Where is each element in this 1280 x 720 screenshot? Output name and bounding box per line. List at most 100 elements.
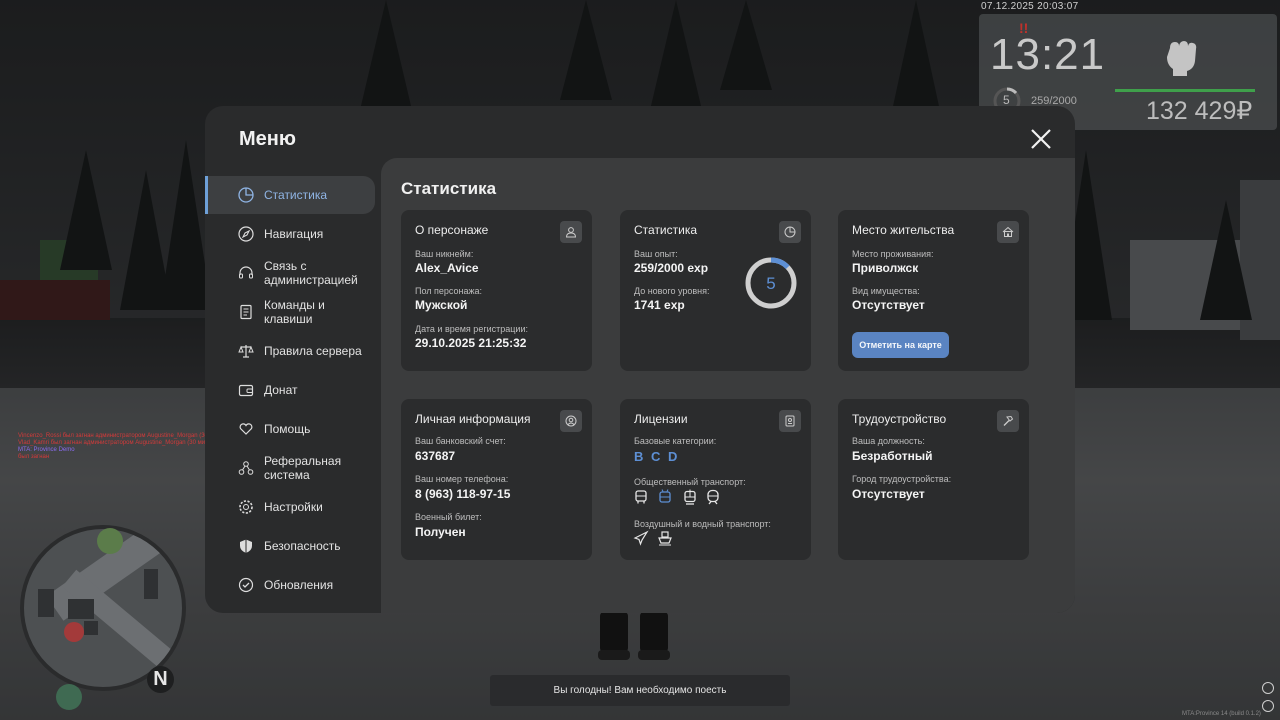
sidebar-item-security[interactable]: Безопасность <box>205 527 375 565</box>
car-map-icon <box>56 684 82 710</box>
public-transport-label: Общественный транспорт: <box>634 477 746 487</box>
bus-stop-map-icon <box>97 528 123 554</box>
network-icon <box>238 461 254 475</box>
statistics-content: Статистика О персонаже Ваш никнейм: Alex… <box>381 158 1075 613</box>
personal-info-card: Личная информация Ваш банковский счет: 6… <box>401 399 592 560</box>
document-icon <box>240 304 252 320</box>
sidebar-item-label: Связь с администрацией <box>264 259 358 287</box>
player-character <box>598 612 670 660</box>
hammer-icon <box>997 410 1019 432</box>
sidebar-item-label: Обновления <box>264 578 334 592</box>
place-value: Приволжск <box>852 261 919 275</box>
license-category-c: C <box>651 449 661 464</box>
player-map-icon <box>64 622 84 642</box>
scales-icon <box>238 345 254 358</box>
position-value: Безработный <box>852 449 933 463</box>
bank-value: 637687 <box>415 449 456 463</box>
gender-value: Мужской <box>415 298 468 312</box>
page-title: Статистика <box>401 179 497 198</box>
employment-city-label: Город трудоустройства: <box>852 474 952 484</box>
clock-chart-icon <box>779 221 801 243</box>
sidebar-item-commands[interactable]: Команды и клавиши <box>205 293 375 331</box>
level-progress-ring: 5 <box>745 257 797 309</box>
north-indicator: N <box>147 666 174 693</box>
phone-value: 8 (963) 118-97-15 <box>415 487 511 501</box>
build-info: MTA:Province 14 (build 0.1.2) <box>1182 711 1261 717</box>
home-icon <box>997 221 1019 243</box>
place-label: Место проживания: <box>852 249 934 259</box>
map-building <box>84 621 98 635</box>
hud-health-bar <box>1115 89 1255 92</box>
next-level-label: До нового уровня: <box>634 286 710 296</box>
military-label: Военный билет: <box>415 512 482 522</box>
residence-card: Место жительства Место проживания: Приво… <box>838 210 1029 371</box>
pie-chart-icon <box>238 187 254 203</box>
card-title: Место жительства <box>852 223 955 237</box>
bus-icon <box>635 490 647 504</box>
map-road <box>62 569 176 671</box>
train-icon <box>707 489 719 505</box>
nickname-label: Ваш никнейм: <box>415 249 474 259</box>
military-value: Получен <box>415 525 466 539</box>
property-label: Вид имущества: <box>852 286 920 296</box>
property-value: Отсутствует <box>852 298 925 312</box>
corner-status-icons <box>1262 682 1276 718</box>
sidebar-item-settings[interactable]: Настройки <box>205 488 375 526</box>
check-circle-icon <box>238 577 254 593</box>
sidebar-item-help[interactable]: Помощь <box>205 410 375 448</box>
shield-icon <box>240 539 252 553</box>
card-title: О персонаже <box>415 223 489 237</box>
card-title: Личная информация <box>415 412 531 426</box>
tram-icon <box>684 489 696 505</box>
heart-hand-icon <box>239 423 253 435</box>
map-building <box>68 599 94 619</box>
map-building <box>38 589 54 617</box>
sidebar-item-label: Навигация <box>264 227 324 241</box>
exp-value: 259/2000 exp <box>634 261 709 275</box>
hud-datetime: 07.12.2025 20:03:07 <box>981 1 1079 12</box>
sidebar-item-referral[interactable]: Реферальная система <box>205 449 375 487</box>
person-icon <box>560 221 582 243</box>
game-menu: Меню Статистика Навигация Связь с админи… <box>205 106 1075 613</box>
menu-title: Меню <box>239 128 296 150</box>
licenses-card: Лицензии Базовые категории: B C D Общест… <box>620 399 811 560</box>
position-label: Ваша должность: <box>852 436 925 446</box>
air-water-transport-label: Воздушный и водный транспорт: <box>634 519 771 529</box>
character-card: О персонаже Ваш никнейм: Alex_Avice Пол … <box>401 210 592 371</box>
map-building <box>144 569 158 599</box>
card-title: Статистика <box>634 223 698 237</box>
menu-sidebar: Статистика Навигация Связь с администрац… <box>205 176 381 613</box>
employment-card: Трудоустройство Ваша должность: Безработ… <box>838 399 1029 560</box>
sidebar-item-label: Донат <box>264 383 298 397</box>
sidebar-item-label: Помощь <box>264 422 311 436</box>
sidebar-item-label: Правила сервера <box>264 344 362 358</box>
close-icon[interactable] <box>1028 126 1054 152</box>
sidebar-item-navigation[interactable]: Навигация <box>205 215 375 253</box>
card-title: Лицензии <box>634 412 688 426</box>
sidebar-item-donate[interactable]: Донат <box>205 371 375 409</box>
bank-label: Ваш банковский счет: <box>415 436 506 446</box>
license-category-b: B <box>634 449 644 464</box>
trolleybus-icon <box>659 489 671 503</box>
phone-label: Ваш номер телефона: <box>415 474 509 484</box>
hud-level: 5 <box>1003 93 1010 107</box>
plane-icon <box>633 530 649 546</box>
sidebar-item-updates[interactable]: Обновления <box>205 566 375 604</box>
sidebar-item-rules[interactable]: Правила сервера <box>205 332 375 370</box>
sidebar-item-statistics[interactable]: Статистика <box>205 176 375 214</box>
id-card-icon <box>779 410 801 432</box>
boat-icon <box>658 531 672 546</box>
sidebar-item-admin-contact[interactable]: Связь с администрацией <box>205 254 375 292</box>
sidebar-item-label: Безопасность <box>264 539 341 553</box>
hud-money: 132 429₽ <box>1146 97 1253 125</box>
next-level-value: 1741 exp <box>634 298 685 312</box>
license-category-d: D <box>668 449 678 464</box>
hud-clock: 13:21 <box>990 30 1106 79</box>
registration-label: Дата и время регистрации: <box>415 324 528 334</box>
gender-label: Пол персонажа: <box>415 286 483 296</box>
gear-icon <box>239 500 253 514</box>
mark-on-map-button[interactable]: Отметить на карте <box>852 332 949 358</box>
stats-card: Статистика Ваш опыт: 259/2000 exp До нов… <box>620 210 811 371</box>
sidebar-item-label: Реферальная система <box>264 454 342 482</box>
basic-categories-label: Базовые категории: <box>634 436 717 446</box>
